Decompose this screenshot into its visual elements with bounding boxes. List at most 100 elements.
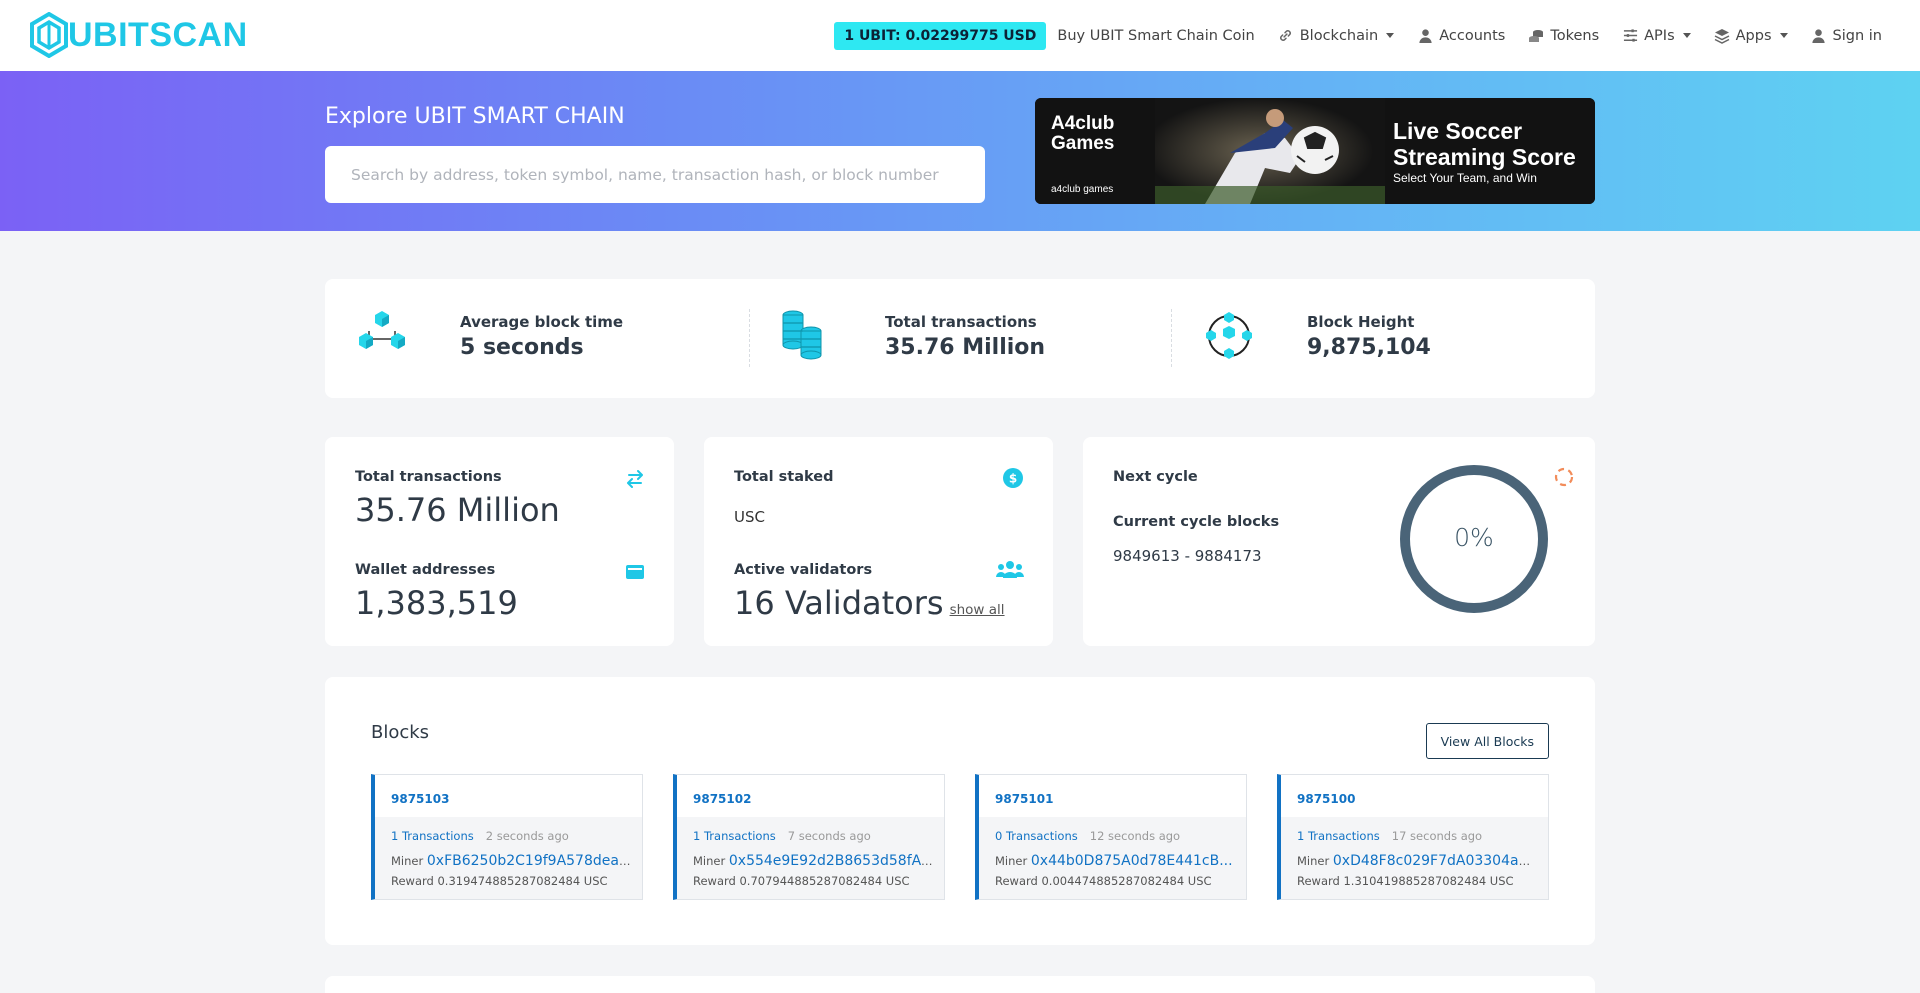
blocks-icon xyxy=(359,311,405,349)
wallet-value: 1,383,519 xyxy=(355,584,518,622)
total-staked-label: Total staked xyxy=(734,469,834,485)
coins-stack-icon xyxy=(782,310,822,360)
nav-apis-label: APIs xyxy=(1644,27,1675,44)
block-reward: Reward 1.310419885287082484 USC xyxy=(1297,874,1514,888)
stat-value: 5 seconds xyxy=(460,335,584,360)
block-age: 17 seconds ago xyxy=(1391,829,1483,843)
divider xyxy=(749,309,750,367)
spinner-icon xyxy=(1554,467,1574,487)
block-tx-link[interactable]: 1 Transactions xyxy=(1297,829,1380,843)
block-tile[interactable]: 9875102 1 Transactions 7 seconds ago Mine… xyxy=(673,774,945,900)
block-age: 2 seconds ago xyxy=(485,829,569,843)
user-icon xyxy=(1811,28,1827,44)
coins-icon xyxy=(1528,28,1544,44)
nav-accounts-label: Accounts xyxy=(1439,27,1506,44)
miner-address[interactable]: 0x554e9E92d2B8653d58fA... xyxy=(729,853,933,869)
stat-label: Block Height xyxy=(1307,313,1415,331)
ad-brand-small: a4club games xyxy=(1051,184,1114,195)
block-transactions: 0 Transactions 12 seconds ago xyxy=(995,829,1180,843)
logo-text: UBITSCAN xyxy=(68,15,248,54)
search-input[interactable] xyxy=(325,146,985,203)
buy-coin-link[interactable]: Buy UBIT Smart Chain Coin xyxy=(1057,28,1254,44)
ad-banner[interactable]: A4club Games a4club games Live Soccer St… xyxy=(1035,98,1595,204)
nav-apps-label: Apps xyxy=(1735,27,1772,44)
miner-label: Miner xyxy=(693,854,726,868)
block-tile[interactable]: 9875100 1 Transactions 17 seconds ago Min… xyxy=(1277,774,1549,900)
stat-value: 9,875,104 xyxy=(1307,335,1431,360)
buy-coin-label: Buy UBIT Smart Chain Coin xyxy=(1057,27,1255,44)
transactions-card: Total transactions 35.76 Million Wallet … xyxy=(325,437,674,646)
block-age: 12 seconds ago xyxy=(1089,829,1181,843)
layers-icon xyxy=(1714,28,1730,44)
stat-label: Total transactions xyxy=(885,313,1037,331)
nav-tokens[interactable]: Tokens xyxy=(1528,28,1599,44)
svg-text:$: $ xyxy=(1009,472,1017,486)
block-tile[interactable]: 9875103 1 Transactions 2 seconds ago Mine… xyxy=(371,774,643,900)
block-reward: Reward 0.319474885287082484 USC xyxy=(391,874,608,888)
logo[interactable]: UBITSCAN xyxy=(29,12,248,58)
block-miner: Miner 0x44b0D875A0d78E441cB... xyxy=(995,853,1235,869)
block-tile[interactable]: 9875101 0 Transactions 12 seconds ago Min… xyxy=(975,774,1247,900)
link-icon xyxy=(1278,28,1294,44)
block-transactions: 1 Transactions 2 seconds ago xyxy=(391,829,569,843)
validators-count: 16 Validators xyxy=(734,584,944,622)
block-tx-link[interactable]: 1 Transactions xyxy=(391,829,474,843)
block-number[interactable]: 9875103 xyxy=(391,792,449,806)
view-all-blocks-button[interactable]: View All Blocks xyxy=(1425,723,1549,759)
ad-brand: A4club Games xyxy=(1051,113,1115,154)
miner-address[interactable]: 0xFB6250b2C19f9A578dea... xyxy=(427,853,631,869)
users-group-icon xyxy=(996,561,1024,578)
active-validators-value: 16 Validators show all xyxy=(734,584,1005,622)
top-navbar: UBITSCAN 1 UBIT: 0.02299775 USD Buy UBIT… xyxy=(0,0,1920,71)
dollar-icon: $ xyxy=(1003,468,1023,488)
block-number[interactable]: 9875100 xyxy=(1297,792,1355,806)
price-badge: 1 UBIT: 0.02299775 USD xyxy=(834,21,1047,50)
logo-hexagon-icon xyxy=(30,12,68,58)
chevron-down-icon xyxy=(1386,33,1395,38)
next-cycle-label: Next cycle xyxy=(1113,469,1198,485)
block-miner: Miner 0x554e9E92d2B8653d58fA... xyxy=(693,853,933,869)
stat-value: 35.76 Million xyxy=(885,335,1046,360)
block-transactions: 1 Transactions 17 seconds ago xyxy=(1297,829,1482,843)
block-details: 0 Transactions 12 seconds ago Miner 0x44b… xyxy=(979,817,1246,899)
nav-accounts[interactable]: Accounts xyxy=(1417,28,1505,44)
staking-card: Total staked $ USC Active validators 16 … xyxy=(704,437,1053,646)
show-all-link[interactable]: show all xyxy=(950,602,1005,618)
divider xyxy=(1171,309,1172,367)
blocks-title: Blocks xyxy=(371,722,430,743)
nav-blockchain-label: Blockchain xyxy=(1299,27,1379,44)
block-miner: Miner 0xFB6250b2C19f9A578dea... xyxy=(391,853,631,869)
active-validators-label: Active validators xyxy=(734,562,873,578)
blocks-card: Blocks View All Blocks 9875103 1 Transac… xyxy=(325,677,1595,945)
block-tx-link[interactable]: 0 Transactions xyxy=(995,829,1078,843)
block-details: 1 Transactions 2 seconds ago Miner 0xFB62… xyxy=(375,817,642,899)
block-tx-link[interactable]: 1 Transactions xyxy=(693,829,776,843)
block-miner: Miner 0xD48F8c029F7dA03304a5... xyxy=(1297,853,1537,869)
block-transactions: 1 Transactions 7 seconds ago xyxy=(693,829,871,843)
block-number[interactable]: 9875101 xyxy=(995,792,1053,806)
miner-label: Miner xyxy=(391,854,424,868)
arrows-exchange-icon xyxy=(627,470,643,488)
nav-signin[interactable]: Sign in xyxy=(1811,28,1882,44)
transactions-value: 35.76 Million xyxy=(355,491,560,529)
miner-label: Miner xyxy=(995,854,1028,868)
miner-address[interactable]: 0x44b0D875A0d78E441cB... xyxy=(1031,853,1233,869)
wallet-icon xyxy=(626,565,644,579)
ad-headline: Live Soccer Streaming Score xyxy=(1393,118,1576,170)
wallet-label: Wallet addresses xyxy=(355,562,496,578)
block-age: 7 seconds ago xyxy=(787,829,871,843)
block-details: 1 Transactions 7 seconds ago Miner 0x554e… xyxy=(677,817,944,899)
transactions-label: Total transactions xyxy=(355,469,502,485)
nav-signin-label: Sign in xyxy=(1832,27,1882,44)
block-number[interactable]: 9875102 xyxy=(693,792,751,806)
miner-address[interactable]: 0xD48F8c029F7dA03304a5... xyxy=(1333,853,1537,869)
nav-blockchain[interactable]: Blockchain xyxy=(1278,27,1395,44)
nav-apis[interactable]: APIs xyxy=(1622,28,1691,44)
sliders-icon xyxy=(1622,28,1638,44)
nav-menu: 1 UBIT: 0.02299775 USD Buy UBIT Smart Ch… xyxy=(834,0,1882,71)
chevron-down-icon xyxy=(1779,33,1788,38)
current-cycle-range: 9849613 - 9884173 xyxy=(1113,547,1262,565)
next-section-card xyxy=(325,976,1595,993)
ad-subtitle: Select Your Team, and Win xyxy=(1393,171,1537,185)
nav-apps[interactable]: Apps xyxy=(1714,28,1788,44)
